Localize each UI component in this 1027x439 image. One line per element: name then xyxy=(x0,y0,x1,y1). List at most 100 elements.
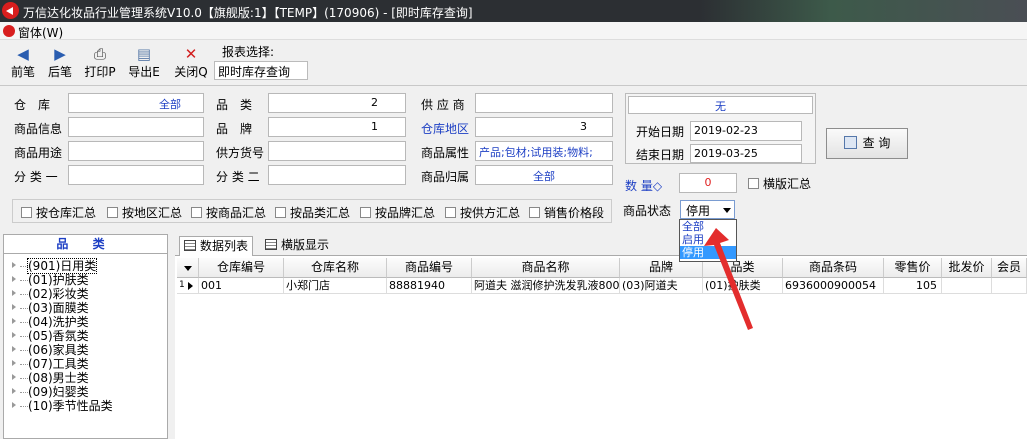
summary-by-brand-checkbox[interactable]: 按品牌汇总 xyxy=(360,204,435,221)
checkbox-icon xyxy=(748,178,759,189)
query-button[interactable]: 查 询 xyxy=(826,128,908,159)
brand-input[interactable]: 1 xyxy=(268,117,406,137)
tree-item[interactable]: (06)家具类 xyxy=(4,343,167,357)
column-header[interactable]: 仓库编号 xyxy=(199,258,284,278)
checkbox-icon xyxy=(21,207,32,218)
expand-icon[interactable] xyxy=(12,318,16,324)
expand-icon[interactable] xyxy=(12,388,16,394)
class1-input[interactable] xyxy=(68,165,204,185)
category-input[interactable]: 2 xyxy=(268,93,406,113)
report-select-field[interactable]: 即时库存查询 xyxy=(214,61,308,80)
start-date-input[interactable]: 2019-02-23 xyxy=(690,121,802,141)
checkbox-label: 按地区汇总 xyxy=(122,206,183,220)
warehouse-region-label[interactable]: 仓库地区 xyxy=(421,120,469,137)
supplier-code-input[interactable] xyxy=(268,141,406,161)
product-info-input[interactable] xyxy=(68,117,204,137)
status-dropdown[interactable]: 停用 xyxy=(680,200,735,219)
cell-product-code[interactable]: 88881940 xyxy=(387,278,472,294)
supplier-code-label: 供方货号 xyxy=(216,146,265,160)
expand-icon[interactable] xyxy=(12,304,16,310)
arrow-left-icon: ◀ xyxy=(17,45,29,63)
tree-item[interactable]: (05)香氛类 xyxy=(4,329,167,343)
print-button[interactable]: ⎙ 打印P xyxy=(80,44,120,84)
warehouse-region-value: 3 xyxy=(580,120,587,133)
date-status-field[interactable]: 无 xyxy=(628,96,813,114)
expand-icon[interactable] xyxy=(12,346,16,352)
expand-icon[interactable] xyxy=(12,374,16,380)
column-header[interactable]: 批发价 xyxy=(942,258,992,278)
tab-data-list[interactable]: 数据列表 xyxy=(179,236,254,256)
expand-icon[interactable] xyxy=(12,276,16,282)
tree-item[interactable]: (01)护肤类 xyxy=(4,273,167,287)
tree-item[interactable]: (09)妇婴类 xyxy=(4,385,167,399)
expand-icon[interactable] xyxy=(12,360,16,366)
product-attr-input[interactable]: 产品;包材;试用装;物料; xyxy=(475,141,613,161)
tree-connector xyxy=(20,350,28,351)
class2-input[interactable] xyxy=(268,165,406,185)
cell-retail-price[interactable]: 105 xyxy=(884,278,942,294)
export-icon: ▤ xyxy=(136,45,152,63)
cell-wholesale-price[interactable] xyxy=(942,278,992,294)
checkbox-icon xyxy=(191,207,202,218)
next-record-button[interactable]: ▶ 后笔 xyxy=(40,44,80,84)
tree-connector xyxy=(20,378,28,379)
summary-by-supplier-checkbox[interactable]: 按供方汇总 xyxy=(445,204,520,221)
cell-warehouse-code[interactable]: 001 xyxy=(199,278,284,294)
summary-by-region-checkbox[interactable]: 按地区汇总 xyxy=(107,204,182,221)
warehouse-region-input[interactable]: 3 xyxy=(475,117,613,137)
summary-by-product-checkbox[interactable]: 按商品汇总 xyxy=(191,204,266,221)
cell-barcode[interactable]: 6936000900054 xyxy=(783,278,884,294)
tab-horizontal-view[interactable]: 横版显示 xyxy=(261,236,333,256)
expand-icon[interactable] xyxy=(12,290,16,296)
arrow-right-icon: ▶ xyxy=(54,45,66,63)
end-date-input[interactable]: 2019-03-25 xyxy=(690,144,802,163)
summary-by-category-checkbox[interactable]: 按品类汇总 xyxy=(275,204,350,221)
warehouse-input[interactable]: 全部 xyxy=(68,93,204,113)
tree-item-label: (04)洗护类 xyxy=(28,315,89,329)
tree-item[interactable]: (04)洗护类 xyxy=(4,315,167,329)
tree-item[interactable]: (08)男士类 xyxy=(4,371,167,385)
row-indicator-header[interactable] xyxy=(177,258,199,278)
column-header[interactable]: 零售价 xyxy=(884,258,942,278)
cell-warehouse-name[interactable]: 小郑门店 xyxy=(284,278,387,294)
tree-item[interactable]: (03)面膜类 xyxy=(4,301,167,315)
qty-input[interactable]: 0 xyxy=(679,173,737,193)
supplier-input[interactable] xyxy=(475,93,613,113)
tree-connector xyxy=(20,322,28,323)
print-label: 打印P xyxy=(84,65,116,79)
checkbox-icon xyxy=(107,207,118,218)
tree-connector xyxy=(20,266,28,267)
tree-connector xyxy=(20,406,28,407)
product-use-input[interactable] xyxy=(68,141,204,161)
expand-icon[interactable] xyxy=(12,262,16,268)
tree-item[interactable]: (901)日用类 xyxy=(4,258,167,274)
expand-icon[interactable] xyxy=(12,332,16,338)
column-header[interactable]: 商品条码 xyxy=(783,258,884,278)
row-index[interactable]: 1 xyxy=(177,278,199,294)
export-button[interactable]: ▤ 导出E xyxy=(124,44,164,84)
category-tree-panel: 品 类 (901)日用类 (01)护肤类 (02)彩妆类 (03)面膜类 (04… xyxy=(3,234,168,439)
close-button[interactable]: ✕ 关闭Q xyxy=(171,44,211,84)
checkbox-icon xyxy=(360,207,371,218)
tree-item[interactable]: (02)彩妆类 xyxy=(4,287,167,301)
tree-connector xyxy=(20,336,28,337)
cell-member-price[interactable] xyxy=(992,278,1027,294)
summary-by-warehouse-checkbox[interactable]: 按仓库汇总 xyxy=(21,204,96,221)
column-header[interactable]: 会员 xyxy=(992,258,1027,278)
cell-product-name[interactable]: 阿道夫 滋润修护洗发乳液800 xyxy=(472,278,620,294)
cell-brand[interactable]: (03)阿道夫 xyxy=(620,278,703,294)
sale-price-range-checkbox[interactable]: 销售价格段 xyxy=(529,204,604,221)
class2-label: 分 类 二 xyxy=(216,170,260,184)
column-header[interactable]: 仓库名称 xyxy=(284,258,387,278)
column-header[interactable]: 商品名称 xyxy=(472,258,620,278)
product-owner-input[interactable]: 全部 xyxy=(475,165,613,185)
menu-bar: 窗体(W) xyxy=(0,22,1027,40)
tree-item[interactable]: (07)工具类 xyxy=(4,357,167,371)
horizontal-summary-checkbox[interactable]: 横版汇总 xyxy=(748,175,811,192)
checkbox-label: 按品类汇总 xyxy=(290,206,351,220)
menu-window[interactable]: 窗体(W) xyxy=(18,24,63,41)
expand-icon[interactable] xyxy=(12,402,16,408)
prev-record-button[interactable]: ◀ 前笔 xyxy=(3,44,43,84)
column-header[interactable]: 商品编号 xyxy=(387,258,472,278)
tree-item[interactable]: (10)季节性品类 xyxy=(4,399,167,413)
